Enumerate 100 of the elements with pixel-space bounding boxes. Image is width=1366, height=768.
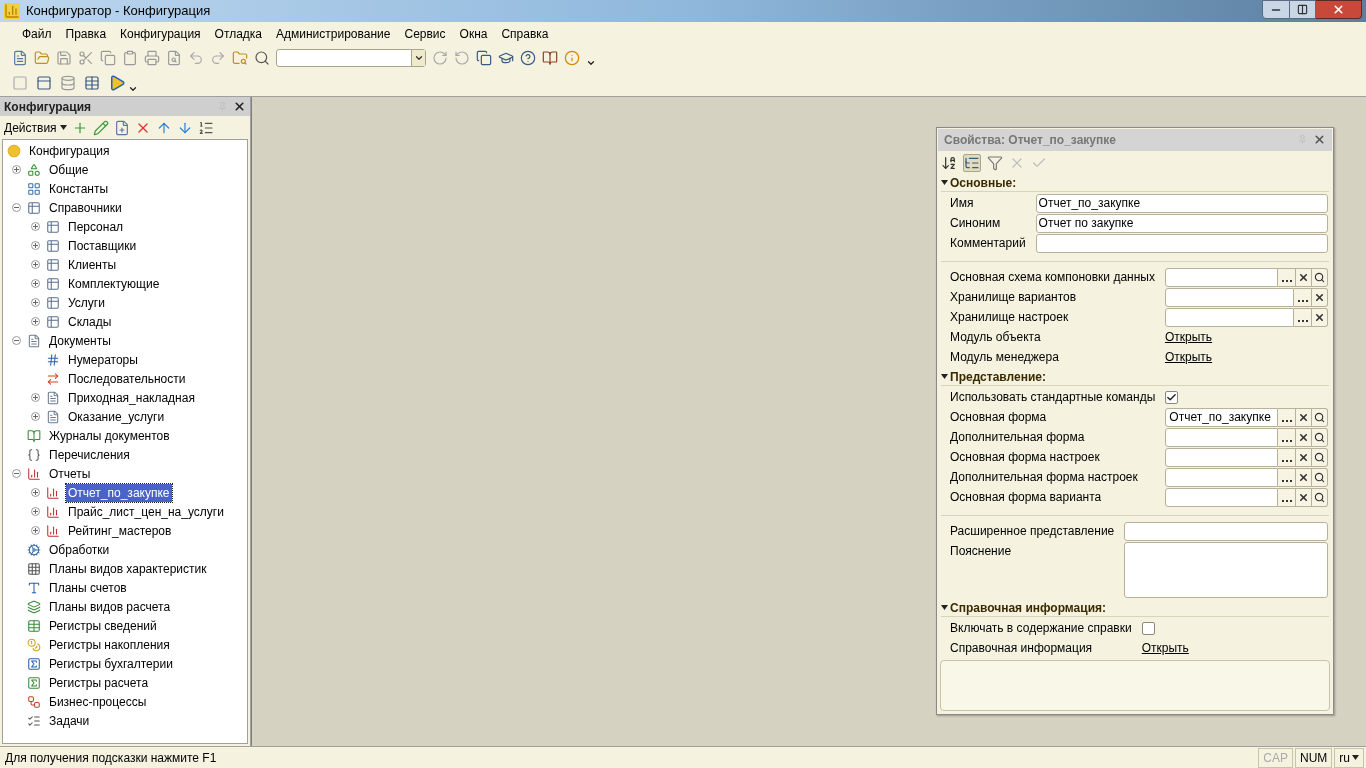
- tree-item[interactable]: Планы счетов: [47, 578, 129, 597]
- expand-toggle[interactable]: [11, 165, 21, 174]
- tree-item[interactable]: Поставщики: [66, 236, 139, 255]
- search-button[interactable]: [1312, 427, 1328, 447]
- tree-item[interactable]: Регистры накопления: [47, 635, 172, 654]
- menu-item[interactable]: Файл: [16, 25, 58, 43]
- tree-item[interactable]: Отчет_по_закупке: [66, 483, 172, 502]
- clear-button[interactable]: [1312, 307, 1328, 327]
- choice-field[interactable]: [1165, 487, 1278, 507]
- search-button[interactable]: [1312, 267, 1328, 287]
- checkbox[interactable]: [1165, 390, 1179, 404]
- tree-item[interactable]: Регистры сведений: [47, 616, 159, 635]
- book-icon[interactable]: [542, 50, 558, 66]
- close-button[interactable]: [1316, 0, 1362, 19]
- tree-item[interactable]: Общие: [47, 160, 91, 179]
- paste-icon[interactable]: [122, 50, 138, 66]
- choice-field[interactable]: [1165, 467, 1278, 487]
- filter-icon[interactable]: [987, 154, 1003, 171]
- clear-button[interactable]: [1296, 467, 1312, 487]
- choice-field[interactable]: [1165, 427, 1278, 447]
- folder-search-icon[interactable]: [232, 50, 248, 66]
- new-document-icon[interactable]: [12, 50, 28, 66]
- tree-item[interactable]: Справочники: [47, 198, 124, 217]
- tree-item[interactable]: Клиенты: [66, 255, 119, 274]
- menu-item[interactable]: Окна: [453, 25, 494, 43]
- search-button[interactable]: [1312, 487, 1328, 507]
- menu-item[interactable]: Правка: [59, 25, 113, 43]
- search-icon[interactable]: [254, 50, 270, 66]
- cut-icon[interactable]: [78, 50, 94, 66]
- expand-toggle[interactable]: [30, 526, 40, 535]
- clear-button[interactable]: [1296, 407, 1312, 427]
- tree-item[interactable]: Нумераторы: [66, 350, 140, 369]
- select-button[interactable]: [1278, 267, 1296, 287]
- clear-button[interactable]: [1296, 447, 1312, 467]
- tree-item[interactable]: Константы: [47, 179, 111, 198]
- language-selector[interactable]: ru: [1334, 747, 1364, 768]
- select-button[interactable]: [1278, 427, 1296, 447]
- help-icon[interactable]: [520, 50, 536, 66]
- tree-item[interactable]: Задачи: [47, 711, 92, 730]
- tree-item[interactable]: Комплектующие: [66, 274, 162, 293]
- close-icon[interactable]: [1313, 133, 1326, 147]
- choice-field[interactable]: [1165, 447, 1278, 467]
- text-field[interactable]: Отчет по закупке: [1035, 213, 1328, 233]
- expand-toggle[interactable]: [30, 298, 40, 307]
- expand-toggle[interactable]: [30, 222, 40, 231]
- choice-field[interactable]: [1164, 287, 1294, 307]
- expand-toggle[interactable]: [30, 241, 40, 250]
- expand-toggle[interactable]: [30, 507, 40, 516]
- tree-item[interactable]: Планы видов расчета: [47, 597, 173, 616]
- tree-item[interactable]: Склады: [66, 312, 114, 331]
- menu-item[interactable]: Сервис: [398, 25, 452, 43]
- expand-toggle[interactable]: [30, 279, 40, 288]
- collapse-toggle[interactable]: [11, 203, 21, 212]
- menu-item[interactable]: Отладка: [208, 25, 269, 43]
- select-button[interactable]: [1294, 307, 1312, 327]
- minimize-button[interactable]: [1262, 0, 1290, 19]
- tree-item[interactable]: Бизнес-процессы: [47, 692, 149, 711]
- info-icon[interactable]: [564, 50, 580, 66]
- text-field[interactable]: Отчет_по_закупке: [1035, 193, 1328, 213]
- copy-item-icon[interactable]: [113, 119, 130, 136]
- open-link[interactable]: Открыть: [1164, 328, 1213, 346]
- text-field[interactable]: [1035, 233, 1328, 253]
- tree-item[interactable]: Приходная_накладная: [66, 388, 197, 407]
- tree-item[interactable]: Документы: [47, 331, 113, 350]
- save-icon[interactable]: [56, 50, 72, 66]
- sort-alphabetical-icon[interactable]: [941, 154, 957, 171]
- select-button[interactable]: [1294, 287, 1312, 307]
- tree-item[interactable]: Перечисления: [47, 445, 132, 464]
- menu-item[interactable]: Администрирование: [270, 25, 397, 43]
- tree-item[interactable]: Планы видов характеристик: [47, 559, 209, 578]
- tree-item[interactable]: Регистры бухгалтерии: [47, 654, 175, 673]
- clear-button[interactable]: [1296, 487, 1312, 507]
- checkbox[interactable]: [1141, 621, 1155, 635]
- collapse-toggle[interactable]: [11, 336, 21, 345]
- tree-item[interactable]: Последовательности: [66, 369, 188, 388]
- clear-button[interactable]: [1296, 427, 1312, 447]
- more-icon[interactable]: [128, 84, 138, 94]
- expand-toggle[interactable]: [30, 488, 40, 497]
- window-icon[interactable]: [36, 75, 52, 91]
- folder-icon[interactable]: [34, 50, 50, 66]
- search-button[interactable]: [1312, 447, 1328, 467]
- menu-item[interactable]: Конфигурация: [114, 25, 207, 43]
- restore-button[interactable]: [1290, 0, 1316, 19]
- tree-item[interactable]: Регистры расчета: [47, 673, 151, 692]
- open-link[interactable]: Открыть: [1141, 639, 1189, 657]
- choice-field[interactable]: [1164, 307, 1294, 327]
- clear-button[interactable]: [1296, 267, 1312, 287]
- select-button[interactable]: [1278, 447, 1296, 467]
- expand-toggle[interactable]: [30, 412, 40, 421]
- tree-item[interactable]: Оказание_услуги: [66, 407, 167, 426]
- actions-menu-button[interactable]: Действия: [4, 118, 67, 137]
- select-button[interactable]: [1278, 467, 1296, 487]
- select-button[interactable]: [1278, 487, 1296, 507]
- expand-toggle[interactable]: [30, 260, 40, 269]
- tree-item[interactable]: Отчеты: [47, 464, 93, 483]
- table-icon[interactable]: [84, 75, 100, 91]
- menu-item[interactable]: Справка: [495, 25, 555, 43]
- pencil-icon[interactable]: [92, 119, 109, 136]
- search-button[interactable]: [1312, 407, 1328, 427]
- windows-icon[interactable]: [476, 50, 492, 66]
